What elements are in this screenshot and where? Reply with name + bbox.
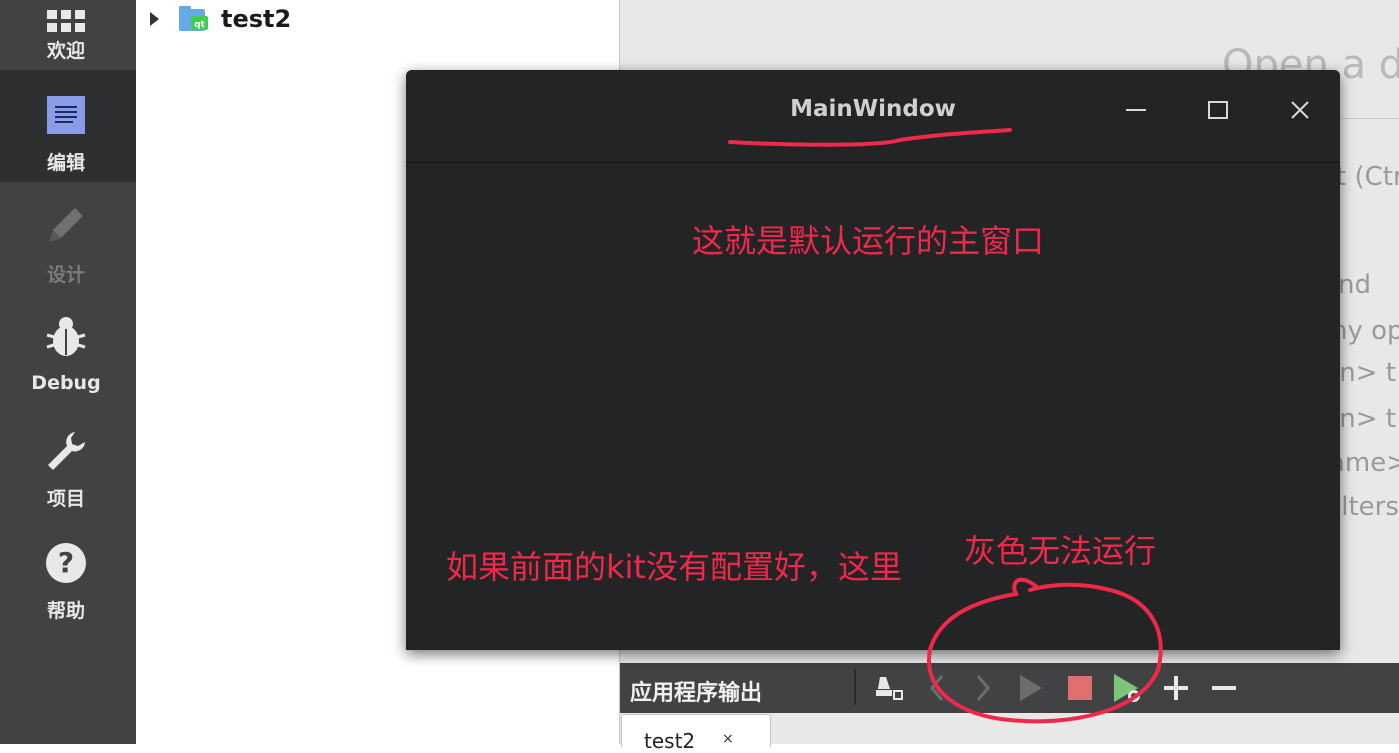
disabled-buttons-circle [926,577,1163,724]
title-underline [728,128,1012,147]
annotation-marks [728,128,1163,724]
